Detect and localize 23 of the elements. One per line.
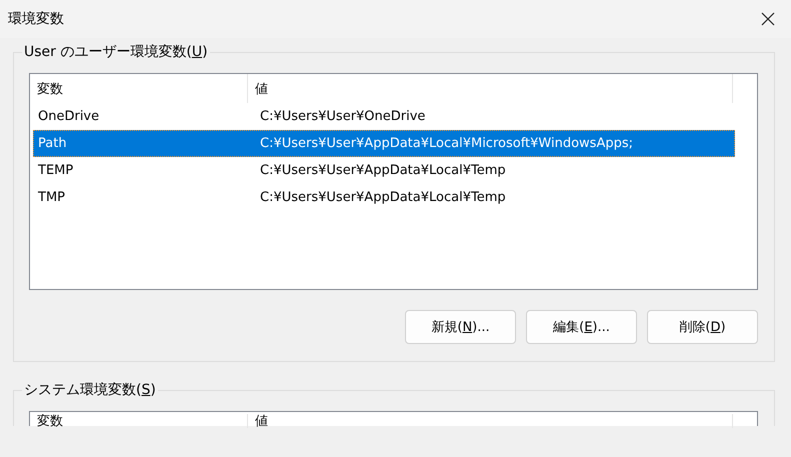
list-row[interactable]: TMP C:¥Users¥User¥AppData¥Local¥Temp [33, 184, 735, 211]
variable-name: OneDrive [37, 109, 100, 124]
group-title: User のユーザー環境変数(U) [22, 43, 210, 61]
column-header[interactable]: 値 [248, 74, 733, 103]
column-header[interactable]: 変数 [30, 74, 248, 103]
variable-name: Path [37, 136, 68, 151]
group-title: システム環境変数(S) [22, 381, 158, 399]
variable-value: C:¥Users¥User¥AppData¥Local¥Temp [259, 190, 507, 205]
dialog-button[interactable]: 新規(N)... [405, 310, 516, 344]
variable-value: C:¥Users¥User¥AppData¥Local¥Temp [259, 163, 507, 178]
dialog-button[interactable]: 編集(E)... [526, 310, 637, 344]
list-row[interactable]: OneDrive C:¥Users¥User¥OneDrive [33, 103, 735, 130]
dialog-button[interactable]: 削除(D) [647, 310, 758, 344]
variable-name: TEMP [37, 163, 74, 178]
close-icon[interactable] [761, 12, 775, 26]
list-row[interactable]: Path C:¥Users¥User¥AppData¥Local¥Microsoft¥WindowsApps; [33, 130, 735, 157]
variable-value: C:¥Users¥User¥OneDrive [259, 109, 426, 124]
column-header[interactable]: 値 [248, 414, 733, 428]
column-header[interactable]: 変数 [30, 414, 248, 428]
window-title: 環境変数 [8, 10, 64, 28]
variable-name: TMP [37, 190, 66, 205]
list-row[interactable]: TEMP C:¥Users¥User¥AppData¥Local¥Temp [33, 157, 735, 184]
variable-value: C:¥Users¥User¥AppData¥Local¥Microsoft¥WindowsApps; [259, 136, 634, 151]
